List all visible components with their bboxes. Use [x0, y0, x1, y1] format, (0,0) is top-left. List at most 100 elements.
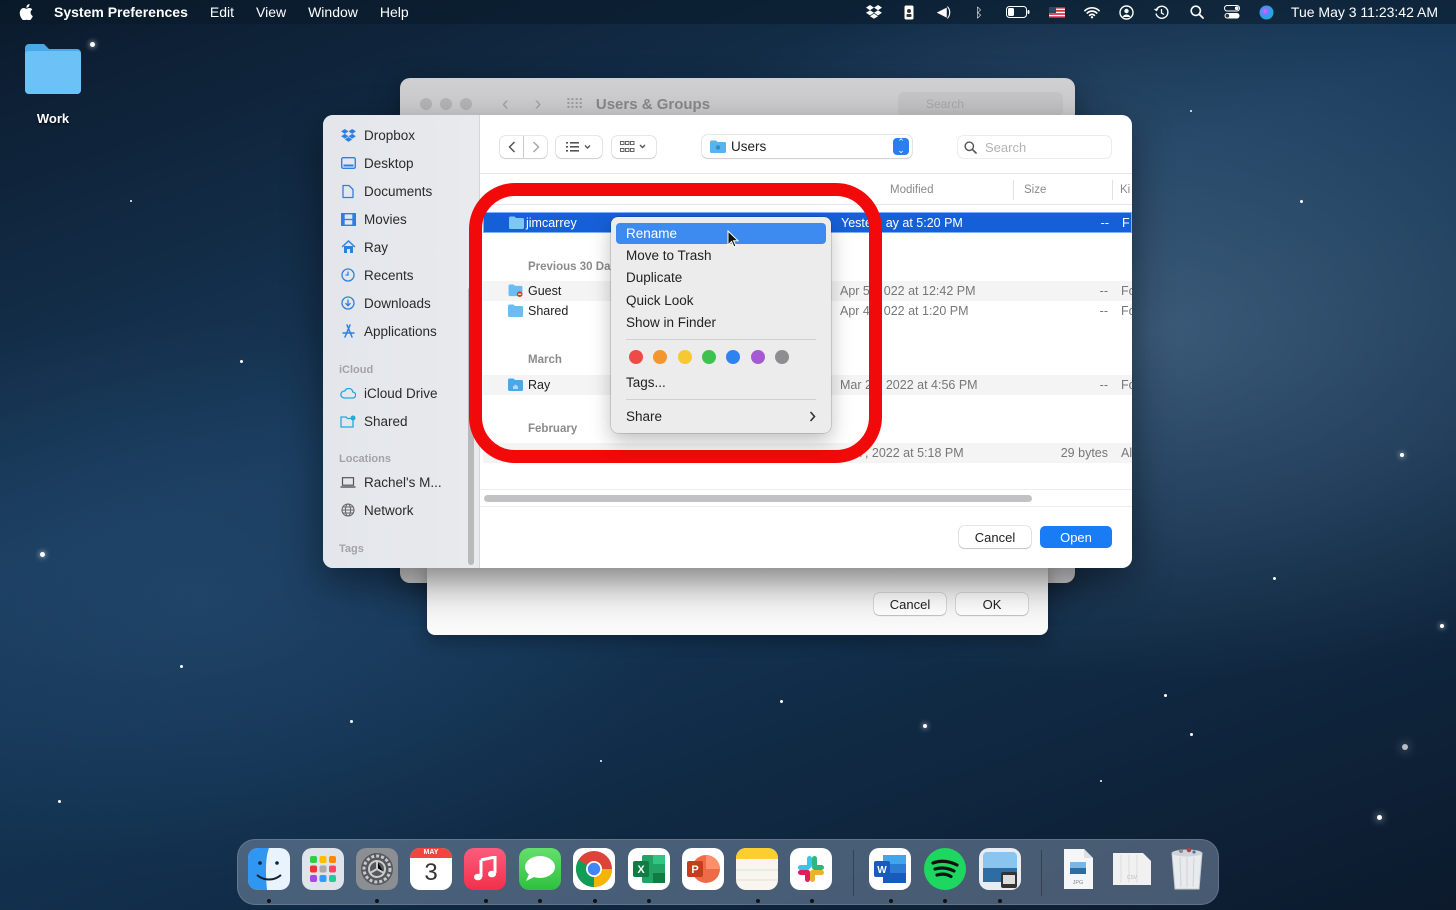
- dock-app-powerpoint[interactable]: P: [682, 848, 724, 890]
- battery-icon[interactable]: [1005, 4, 1030, 20]
- desktop-folder-work[interactable]: Work: [20, 42, 86, 126]
- control-center-icon[interactable]: [1223, 4, 1240, 20]
- sidebar-item-downloads[interactable]: Downloads: [340, 295, 431, 311]
- zoom-window-button[interactable]: [460, 98, 472, 110]
- us-flag-input-icon[interactable]: [1048, 4, 1065, 20]
- dock-app-finder[interactable]: [248, 848, 290, 890]
- cancel-button[interactable]: Cancel: [959, 526, 1031, 548]
- dock-stack-csv[interactable]: CSV: [1111, 848, 1153, 890]
- sheet-ok-button[interactable]: OK: [956, 593, 1028, 615]
- dock-app-word[interactable]: W: [869, 848, 911, 890]
- sidebar-item-label: Recents: [364, 267, 414, 283]
- minimize-window-button[interactable]: [440, 98, 452, 110]
- dialog-search-field[interactable]: Search: [958, 136, 1111, 158]
- menu-edit[interactable]: Edit: [210, 4, 234, 20]
- menu-item-quick-look[interactable]: Quick Look: [616, 290, 826, 311]
- sidebar-item-rachels-mac[interactable]: Rachel's M...: [340, 474, 442, 490]
- dock-app-spotify[interactable]: [924, 848, 966, 890]
- column-divider[interactable]: [1013, 180, 1014, 200]
- forward-button[interactable]: [524, 136, 547, 158]
- menu-window[interactable]: Window: [308, 4, 358, 20]
- menu-item-duplicate[interactable]: Duplicate: [616, 267, 826, 288]
- spotlight-search-icon[interactable]: [1189, 4, 1205, 20]
- file-size: --: [1100, 216, 1109, 230]
- location-popup[interactable]: Users ⌃ ⌄: [702, 135, 912, 158]
- menu-bar: System Preferences Edit View Window Help…: [0, 0, 1456, 24]
- star: [1440, 624, 1444, 628]
- dock-app-notes[interactable]: [736, 848, 778, 890]
- menu-item-rename[interactable]: Rename: [616, 223, 826, 244]
- sidebar-item-icloud-drive[interactable]: iCloud Drive: [340, 385, 438, 401]
- sidebar-item-network[interactable]: Network: [340, 502, 414, 518]
- star: [600, 760, 602, 762]
- sidebar-item-label: Shared: [364, 413, 408, 429]
- menu-view[interactable]: View: [256, 4, 286, 20]
- tag-blue[interactable]: [726, 350, 740, 364]
- sidebar-item-documents[interactable]: Documents: [340, 183, 432, 199]
- sidebar-item-desktop[interactable]: Desktop: [340, 155, 414, 171]
- sidebar-item-label: Applications: [364, 323, 437, 339]
- sidebar-item-dropbox[interactable]: Dropbox: [340, 127, 415, 143]
- menu-help[interactable]: Help: [380, 4, 409, 20]
- sidebar-item-movies[interactable]: Movies: [340, 211, 407, 227]
- tag-green[interactable]: [702, 350, 716, 364]
- sidebar-item-icloud-shared[interactable]: Shared: [340, 413, 408, 429]
- dock-app-launchpad[interactable]: [302, 848, 344, 890]
- group-by-button[interactable]: [612, 136, 656, 158]
- wifi-icon[interactable]: [1084, 4, 1100, 20]
- dock-trash[interactable]: [1166, 848, 1208, 890]
- message-bubble-icon: [525, 856, 555, 881]
- dock-app-chrome[interactable]: [573, 848, 615, 890]
- sidebar-item-applications[interactable]: Applications: [340, 323, 437, 339]
- trash-icon: [1171, 848, 1203, 890]
- contact-card-icon[interactable]: [901, 4, 917, 20]
- menu-app-name[interactable]: System Preferences: [54, 4, 188, 20]
- tag-gray[interactable]: [775, 350, 789, 364]
- dock-app-preview[interactable]: [979, 848, 1021, 890]
- dock-app-calendar[interactable]: MAY 3: [410, 848, 452, 890]
- calendar-day: 3: [424, 859, 438, 886]
- column-header-kind[interactable]: Ki: [1120, 184, 1130, 196]
- column-header-modified[interactable]: Modified: [890, 184, 933, 196]
- menu-item-move-to-trash[interactable]: Move to Trash: [616, 245, 826, 266]
- list-view-button[interactable]: [556, 136, 602, 158]
- siri-icon[interactable]: [1259, 4, 1275, 20]
- close-window-button[interactable]: [420, 98, 432, 110]
- csv-file-icon: CSV: [1113, 853, 1151, 885]
- time-machine-icon[interactable]: [1154, 4, 1170, 20]
- menu-item-tags[interactable]: Tags...: [616, 372, 826, 393]
- sheet-cancel-button[interactable]: Cancel: [874, 593, 946, 615]
- menu-item-share[interactable]: Share: [616, 406, 826, 427]
- open-button[interactable]: Open: [1040, 526, 1112, 548]
- column-divider[interactable]: [1112, 180, 1113, 200]
- column-header-size[interactable]: Size: [1024, 184, 1046, 196]
- user-account-icon[interactable]: [1119, 4, 1135, 20]
- dock-app-system-preferences[interactable]: [356, 848, 398, 890]
- dock-app-music[interactable]: [464, 848, 506, 890]
- tag-orange[interactable]: [653, 350, 667, 364]
- menu-item-show-in-finder[interactable]: Show in Finder: [616, 312, 826, 333]
- horizontal-scrollbar[interactable]: [484, 495, 1032, 502]
- volume-icon[interactable]: ◀︎): [936, 4, 952, 20]
- preferences-search-field[interactable]: Search: [898, 92, 1063, 116]
- dock-stack-jpg[interactable]: JPG: [1057, 848, 1099, 890]
- dock-app-excel[interactable]: X: [628, 848, 670, 890]
- bluetooth-icon[interactable]: ᛒ: [971, 4, 987, 20]
- tag-red[interactable]: [629, 350, 643, 364]
- sidebar-item-ray[interactable]: Ray: [340, 239, 388, 255]
- dropbox-icon[interactable]: [865, 4, 882, 20]
- back-icon[interactable]: ‹: [502, 93, 509, 116]
- tag-purple[interactable]: [751, 350, 765, 364]
- show-all-grid-icon[interactable]: ⠿⠿: [565, 96, 583, 113]
- menu-clock[interactable]: Tue May 3 11:23:42 AM: [1291, 4, 1438, 20]
- dock-app-messages[interactable]: [519, 848, 561, 890]
- apple-menu-icon[interactable]: [19, 4, 33, 20]
- star: [923, 724, 927, 728]
- back-button[interactable]: [500, 136, 523, 158]
- sidebar-item-recents[interactable]: Recents: [340, 267, 414, 283]
- dock-app-slack[interactable]: [790, 848, 832, 890]
- file-kind: Fo: [1121, 304, 1132, 318]
- tag-yellow[interactable]: [678, 350, 692, 364]
- sidebar-heading-icloud: iCloud: [339, 364, 374, 376]
- forward-icon[interactable]: ›: [535, 93, 542, 116]
